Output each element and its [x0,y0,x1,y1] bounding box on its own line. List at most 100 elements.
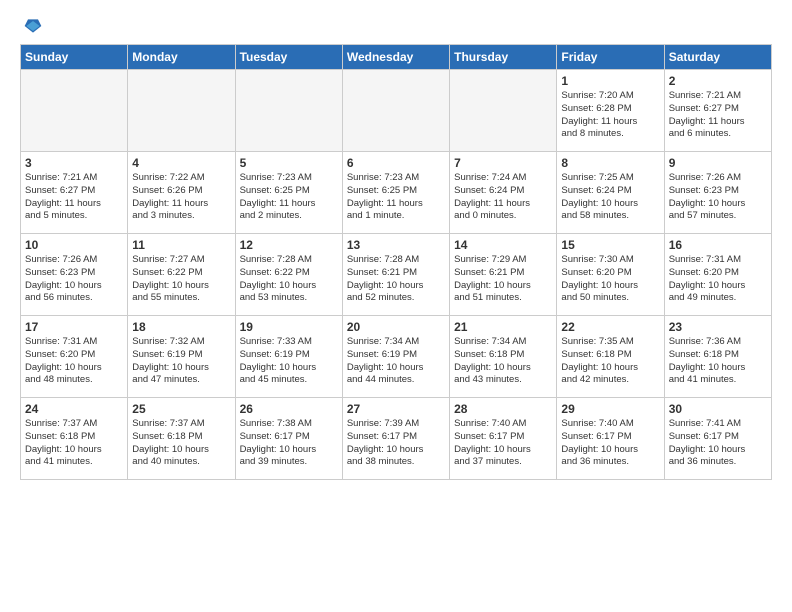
calendar-cell: 6 Sunrise: 7:23 AM Sunset: 6:25 PM Daylig… [342,152,449,234]
day-info: Sunrise: 7:27 AM Sunset: 6:22 PM Dayligh… [132,254,230,305]
calendar: SundayMondayTuesdayWednesdayThursdayFrid… [20,44,772,480]
day-info: Sunrise: 7:20 AM Sunset: 6:28 PM Dayligh… [561,90,659,141]
day-info: Sunrise: 7:23 AM Sunset: 6:25 PM Dayligh… [240,172,338,223]
day-info: Sunrise: 7:21 AM Sunset: 6:27 PM Dayligh… [25,172,123,223]
calendar-cell: 25 Sunrise: 7:37 AM Sunset: 6:18 PM Dayli… [128,398,235,480]
day-number: 1 [561,74,659,88]
calendar-cell: 29 Sunrise: 7:40 AM Sunset: 6:17 PM Dayli… [557,398,664,480]
calendar-cell: 23 Sunrise: 7:36 AM Sunset: 6:18 PM Dayli… [664,316,771,398]
day-number: 9 [669,156,767,170]
day-info: Sunrise: 7:37 AM Sunset: 6:18 PM Dayligh… [132,418,230,469]
day-number: 17 [25,320,123,334]
weekday-header: Tuesday [235,45,342,70]
page: SundayMondayTuesdayWednesdayThursdayFrid… [0,0,792,496]
day-number: 26 [240,402,338,416]
calendar-cell: 9 Sunrise: 7:26 AM Sunset: 6:23 PM Daylig… [664,152,771,234]
calendar-cell: 16 Sunrise: 7:31 AM Sunset: 6:20 PM Dayli… [664,234,771,316]
day-info: Sunrise: 7:23 AM Sunset: 6:25 PM Dayligh… [347,172,445,223]
weekday-header: Sunday [21,45,128,70]
calendar-cell [128,70,235,152]
day-number: 12 [240,238,338,252]
day-info: Sunrise: 7:25 AM Sunset: 6:24 PM Dayligh… [561,172,659,223]
calendar-week-row: 3 Sunrise: 7:21 AM Sunset: 6:27 PM Daylig… [21,152,772,234]
day-number: 29 [561,402,659,416]
day-number: 10 [25,238,123,252]
logo-icon [23,16,43,36]
calendar-cell [450,70,557,152]
day-info: Sunrise: 7:32 AM Sunset: 6:19 PM Dayligh… [132,336,230,387]
day-number: 19 [240,320,338,334]
day-info: Sunrise: 7:28 AM Sunset: 6:21 PM Dayligh… [347,254,445,305]
calendar-cell: 22 Sunrise: 7:35 AM Sunset: 6:18 PM Dayli… [557,316,664,398]
calendar-cell: 7 Sunrise: 7:24 AM Sunset: 6:24 PM Daylig… [450,152,557,234]
day-info: Sunrise: 7:34 AM Sunset: 6:19 PM Dayligh… [347,336,445,387]
day-number: 2 [669,74,767,88]
day-info: Sunrise: 7:38 AM Sunset: 6:17 PM Dayligh… [240,418,338,469]
day-info: Sunrise: 7:26 AM Sunset: 6:23 PM Dayligh… [669,172,767,223]
day-info: Sunrise: 7:31 AM Sunset: 6:20 PM Dayligh… [25,336,123,387]
day-info: Sunrise: 7:28 AM Sunset: 6:22 PM Dayligh… [240,254,338,305]
calendar-cell: 24 Sunrise: 7:37 AM Sunset: 6:18 PM Dayli… [21,398,128,480]
calendar-cell: 27Sunrise: 7:39 AM Sunset: 6:17 PM Dayli… [342,398,449,480]
day-number: 4 [132,156,230,170]
calendar-cell: 15Sunrise: 7:30 AM Sunset: 6:20 PM Dayli… [557,234,664,316]
day-info: Sunrise: 7:37 AM Sunset: 6:18 PM Dayligh… [25,418,123,469]
day-info: Sunrise: 7:39 AM Sunset: 6:17 PM Dayligh… [347,418,445,469]
calendar-cell: 26 Sunrise: 7:38 AM Sunset: 6:17 PM Dayli… [235,398,342,480]
day-info: Sunrise: 7:26 AM Sunset: 6:23 PM Dayligh… [25,254,123,305]
weekday-header: Thursday [450,45,557,70]
calendar-week-row: 1 Sunrise: 7:20 AM Sunset: 6:28 PM Daylig… [21,70,772,152]
day-number: 22 [561,320,659,334]
calendar-cell: 10 Sunrise: 7:26 AM Sunset: 6:23 PM Dayli… [21,234,128,316]
day-number: 5 [240,156,338,170]
day-info: Sunrise: 7:35 AM Sunset: 6:18 PM Dayligh… [561,336,659,387]
calendar-cell: 12 Sunrise: 7:28 AM Sunset: 6:22 PM Dayli… [235,234,342,316]
day-number: 6 [347,156,445,170]
day-info: Sunrise: 7:41 AM Sunset: 6:17 PM Dayligh… [669,418,767,469]
day-number: 11 [132,238,230,252]
day-number: 28 [454,402,552,416]
calendar-cell [21,70,128,152]
calendar-cell: 14Sunrise: 7:29 AM Sunset: 6:21 PM Dayli… [450,234,557,316]
calendar-cell [235,70,342,152]
weekday-header: Friday [557,45,664,70]
calendar-cell: 28 Sunrise: 7:40 AM Sunset: 6:17 PM Dayli… [450,398,557,480]
calendar-cell [342,70,449,152]
day-info: Sunrise: 7:40 AM Sunset: 6:17 PM Dayligh… [561,418,659,469]
day-number: 25 [132,402,230,416]
day-number: 24 [25,402,123,416]
calendar-cell: 4 Sunrise: 7:22 AM Sunset: 6:26 PM Daylig… [128,152,235,234]
day-number: 20 [347,320,445,334]
day-info: Sunrise: 7:22 AM Sunset: 6:26 PM Dayligh… [132,172,230,223]
header [20,16,772,36]
day-info: Sunrise: 7:36 AM Sunset: 6:18 PM Dayligh… [669,336,767,387]
day-number: 16 [669,238,767,252]
calendar-week-row: 10 Sunrise: 7:26 AM Sunset: 6:23 PM Dayli… [21,234,772,316]
day-info: Sunrise: 7:24 AM Sunset: 6:24 PM Dayligh… [454,172,552,223]
day-number: 14 [454,238,552,252]
day-number: 21 [454,320,552,334]
day-info: Sunrise: 7:31 AM Sunset: 6:20 PM Dayligh… [669,254,767,305]
day-info: Sunrise: 7:21 AM Sunset: 6:27 PM Dayligh… [669,90,767,141]
calendar-cell: 20 Sunrise: 7:34 AM Sunset: 6:19 PM Dayli… [342,316,449,398]
calendar-cell: 11 Sunrise: 7:27 AM Sunset: 6:22 PM Dayli… [128,234,235,316]
day-number: 15 [561,238,659,252]
day-info: Sunrise: 7:34 AM Sunset: 6:18 PM Dayligh… [454,336,552,387]
day-number: 23 [669,320,767,334]
weekday-header: Monday [128,45,235,70]
weekday-header: Wednesday [342,45,449,70]
calendar-cell: 18 Sunrise: 7:32 AM Sunset: 6:19 PM Dayli… [128,316,235,398]
day-number: 13 [347,238,445,252]
day-number: 3 [25,156,123,170]
day-number: 8 [561,156,659,170]
calendar-cell: 30Sunrise: 7:41 AM Sunset: 6:17 PM Dayli… [664,398,771,480]
day-number: 7 [454,156,552,170]
weekday-header: Saturday [664,45,771,70]
weekday-header-row: SundayMondayTuesdayWednesdayThursdayFrid… [21,45,772,70]
calendar-cell: 3 Sunrise: 7:21 AM Sunset: 6:27 PM Daylig… [21,152,128,234]
day-number: 18 [132,320,230,334]
calendar-cell: 1 Sunrise: 7:20 AM Sunset: 6:28 PM Daylig… [557,70,664,152]
day-info: Sunrise: 7:40 AM Sunset: 6:17 PM Dayligh… [454,418,552,469]
calendar-week-row: 24 Sunrise: 7:37 AM Sunset: 6:18 PM Dayli… [21,398,772,480]
calendar-cell: 2 Sunrise: 7:21 AM Sunset: 6:27 PM Daylig… [664,70,771,152]
